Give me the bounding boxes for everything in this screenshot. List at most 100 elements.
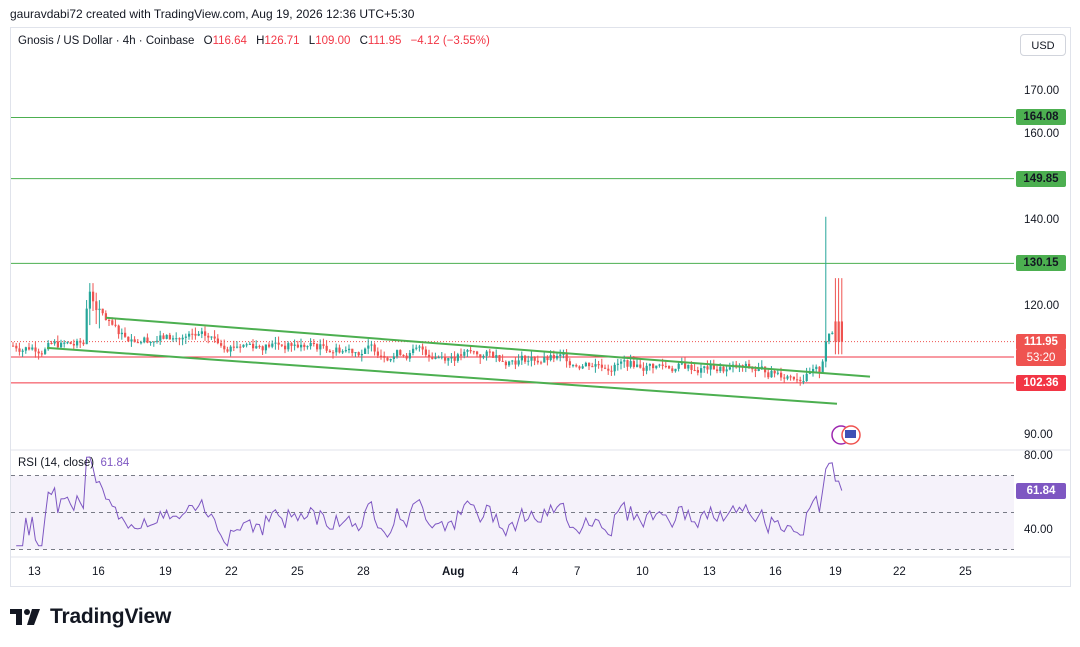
candle-body — [124, 332, 127, 337]
candle-body — [514, 360, 517, 365]
candle-body — [655, 365, 658, 369]
candle-body — [149, 341, 152, 343]
candle-body — [508, 361, 511, 366]
candle-body — [469, 350, 472, 352]
horizontal-level-tag: 164.08 — [1016, 109, 1066, 126]
tradingview-logo-icon — [10, 609, 40, 625]
candle-body — [319, 344, 322, 350]
candle-body — [114, 324, 117, 326]
currency-button[interactable]: USD — [1020, 34, 1066, 56]
candle-body — [728, 367, 731, 370]
candle-body — [408, 353, 411, 359]
candle-body — [95, 301, 98, 311]
candle-body — [396, 350, 399, 357]
candle-body — [280, 344, 283, 346]
candle-body — [108, 320, 111, 322]
candle-body — [719, 366, 722, 372]
candle-body — [60, 342, 63, 348]
candle-body — [668, 365, 671, 369]
candle-body — [12, 345, 15, 347]
candle-body — [661, 364, 664, 366]
candle-body — [578, 366, 581, 369]
candle-body — [536, 360, 539, 363]
candle-body — [828, 333, 831, 342]
candle-body — [232, 346, 235, 348]
time-axis-tick: 13 — [703, 566, 716, 578]
candle-body — [130, 339, 133, 342]
candle-body — [786, 376, 789, 379]
price-axis-tick: 90.00 — [1024, 429, 1053, 441]
candle-body — [69, 342, 72, 344]
candle-body — [168, 334, 171, 340]
candle-body — [680, 363, 683, 365]
candle-body — [146, 337, 149, 343]
candle-body — [588, 362, 591, 367]
candle-body — [607, 368, 610, 371]
candle-body — [485, 351, 488, 356]
candle-body — [671, 368, 674, 372]
candle-body — [367, 345, 370, 349]
candle-body — [706, 366, 709, 370]
candle-body — [559, 354, 562, 356]
candle-body — [620, 361, 623, 364]
candle-body — [380, 355, 383, 357]
candle-body — [524, 355, 527, 362]
candle-body — [63, 342, 66, 344]
candle-body — [162, 335, 165, 339]
candle-body — [264, 344, 267, 351]
candle-body — [31, 347, 34, 350]
candle-body — [24, 347, 27, 351]
candle-body — [520, 355, 523, 361]
candle-body — [216, 338, 219, 344]
candle-body — [204, 331, 207, 336]
time-axis-tick: Aug — [442, 566, 465, 578]
candle-body — [540, 362, 543, 364]
open-value: 116.64 — [212, 35, 247, 47]
candle-body — [402, 354, 405, 356]
candle-body — [511, 360, 514, 362]
candle-body — [236, 346, 239, 348]
candle-body — [197, 333, 200, 336]
candle-body — [674, 368, 677, 372]
candle-body — [815, 366, 818, 369]
candle-body — [200, 331, 203, 334]
candle-body — [300, 344, 303, 348]
candle-body — [133, 339, 136, 343]
candle-body — [677, 363, 680, 369]
candle-body — [255, 346, 258, 349]
candle-body — [248, 343, 251, 345]
candle-body — [460, 354, 463, 356]
candle-body — [658, 364, 661, 366]
candle-body — [805, 373, 808, 382]
candle-body — [533, 357, 536, 361]
candle-body — [492, 351, 495, 358]
candle-body — [226, 349, 229, 352]
candle-body — [652, 363, 655, 369]
candle-body — [252, 343, 255, 349]
close-value: 111.95 — [367, 35, 402, 47]
candle-body — [421, 346, 424, 350]
horizontal-level-tag: 130.15 — [1016, 255, 1066, 272]
candle-body — [120, 332, 123, 335]
time-axis-tick: 13 — [28, 566, 41, 578]
candle-body — [325, 345, 328, 351]
candle-body — [191, 333, 194, 335]
time-axis-tick: 22 — [893, 566, 906, 578]
candle-body — [127, 336, 130, 342]
candle-body — [184, 336, 187, 338]
price-axis-tick: 140.00 — [1024, 214, 1060, 226]
candle-body — [165, 334, 168, 339]
candle-body — [834, 321, 837, 342]
candle-body — [604, 367, 607, 369]
chart-canvas[interactable] — [0, 0, 1080, 647]
candle-body — [242, 344, 245, 347]
candle-body — [837, 321, 840, 342]
tradingview-logo[interactable]: TradingView — [10, 604, 171, 630]
price-axis-tick: 170.00 — [1024, 85, 1060, 97]
candle-body — [293, 344, 296, 346]
candle-body — [303, 344, 306, 348]
candle-body — [584, 362, 587, 367]
candle-body — [383, 355, 386, 358]
candle-body — [76, 340, 79, 346]
candle-body — [140, 342, 143, 344]
